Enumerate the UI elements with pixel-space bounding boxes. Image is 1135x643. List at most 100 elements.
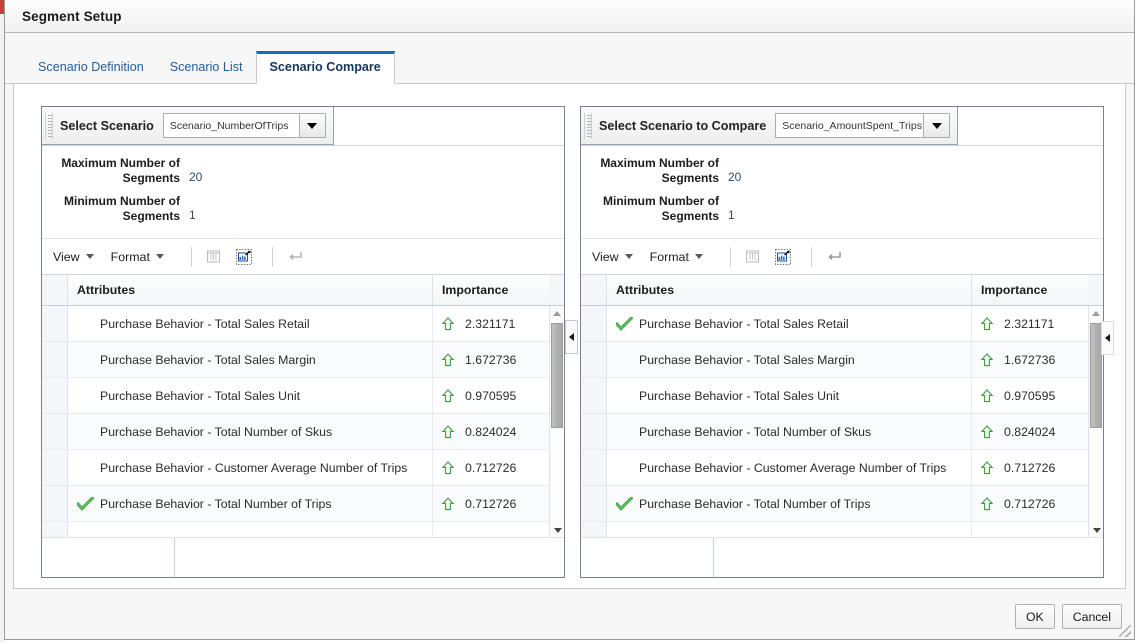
dialog-title: Segment Setup bbox=[22, 8, 122, 24]
right-format-menu[interactable]: Format bbox=[650, 250, 703, 264]
left-min-segments-label: Minimum Number of Segments bbox=[64, 194, 180, 223]
table-row[interactable]: Purchase Behavior - Total Sales Retail 2.… bbox=[581, 306, 1103, 342]
right-col-importance[interactable]: Importance bbox=[972, 275, 1088, 305]
scroll-down-button[interactable] bbox=[1089, 523, 1103, 537]
importance-cell: 2.321171 bbox=[972, 306, 1088, 341]
row-header-cell[interactable] bbox=[581, 378, 607, 413]
row-header-cell[interactable] bbox=[581, 486, 607, 521]
tab-scenario-definition[interactable]: Scenario Definition bbox=[25, 52, 157, 83]
drag-grip-icon[interactable] bbox=[45, 112, 53, 139]
table-row[interactable]: Purchase Behavior - Total Sales Retail 2.… bbox=[42, 306, 564, 342]
collapse-right-panel-button[interactable] bbox=[1101, 321, 1114, 355]
left-table-body: Purchase Behavior - Total Sales Retail 2.… bbox=[42, 306, 564, 537]
scroll-track[interactable] bbox=[1090, 430, 1102, 522]
left-view-menu[interactable]: View bbox=[53, 250, 94, 264]
attribute-cell bbox=[607, 522, 972, 537]
attribute-label: Purchase Behavior - Customer Average Num… bbox=[639, 460, 947, 475]
right-scenario-panel: Select Scenario to Compare Scenario_Amou… bbox=[580, 106, 1114, 578]
scroll-up-button[interactable] bbox=[1089, 306, 1103, 320]
columns-icon[interactable] bbox=[202, 246, 226, 268]
scroll-down-button[interactable] bbox=[550, 523, 564, 537]
segment-setup-dialog: Segment Setup Scenario Definition Scenar… bbox=[4, 0, 1135, 640]
tab-scenario-list[interactable]: Scenario List bbox=[157, 52, 256, 83]
cancel-button[interactable]: Cancel bbox=[1061, 604, 1122, 629]
attribute-cell: Purchase Behavior - Customer Average Num… bbox=[68, 450, 433, 485]
left-scenario-panel: Select Scenario Scenario_NumberOfTrips M… bbox=[41, 106, 565, 578]
left-scenario-combobox[interactable]: Scenario_NumberOfTrips bbox=[162, 113, 326, 138]
right-view-menu-label: View bbox=[592, 249, 619, 264]
chart-detach-icon[interactable] bbox=[771, 246, 795, 268]
drag-grip-icon[interactable] bbox=[584, 112, 592, 139]
row-header-cell[interactable] bbox=[581, 414, 607, 449]
left-max-segments-row: Maximum Number of Segments 20 bbox=[42, 156, 564, 186]
attribute-cell: Purchase Behavior - Total Sales Unit bbox=[607, 378, 972, 413]
tab-scenario-compare[interactable]: Scenario Compare bbox=[255, 51, 395, 84]
row-header-cell[interactable] bbox=[42, 486, 68, 521]
right-scenario-value[interactable]: Scenario_AmountSpent_Trips bbox=[775, 113, 924, 138]
row-header-cell[interactable] bbox=[42, 306, 68, 341]
left-scenario-value[interactable]: Scenario_NumberOfTrips bbox=[162, 113, 299, 138]
row-header-cell[interactable] bbox=[581, 342, 607, 377]
left-scenario-dropdown-button[interactable] bbox=[298, 113, 326, 138]
table-row[interactable]: Purchase Behavior - Total Number of Skus… bbox=[581, 414, 1103, 450]
right-select-box: Select Scenario to Compare Scenario_Amou… bbox=[581, 107, 959, 145]
attribute-label: Purchase Behavior - Total Number of Trip… bbox=[639, 496, 871, 511]
compare-panels: Select Scenario Scenario_NumberOfTrips M… bbox=[41, 106, 1114, 578]
wrap-return-icon[interactable] bbox=[283, 246, 307, 268]
table-row[interactable]: Purchase Behavior - Total Sales Margin 1.… bbox=[581, 342, 1103, 378]
left-table-vscrollbar[interactable] bbox=[549, 306, 564, 537]
scroll-thumb[interactable] bbox=[551, 323, 563, 428]
right-min-segments-label: Minimum Number of Segments bbox=[603, 194, 719, 223]
table-row[interactable]: Purchase Behavior - Total Sales Unit 0.97… bbox=[42, 378, 564, 414]
right-table-header: Attributes Importance bbox=[581, 275, 1103, 306]
row-header-cell[interactable] bbox=[42, 342, 68, 377]
left-select-label: Select Scenario bbox=[60, 118, 154, 133]
right-scenario-combobox[interactable]: Scenario_AmountSpent_Trips bbox=[775, 113, 951, 138]
importance-value: 0.970595 bbox=[465, 388, 517, 403]
table-row[interactable]: Purchase Behavior - Customer Average Num… bbox=[581, 450, 1103, 486]
trend-up-icon bbox=[439, 388, 456, 403]
row-header-cell[interactable] bbox=[581, 306, 607, 341]
right-table-toolbar: View Format bbox=[581, 239, 1103, 275]
columns-icon[interactable] bbox=[741, 246, 765, 268]
row-header-cell[interactable] bbox=[42, 414, 68, 449]
table-row[interactable]: Purchase Behavior - Total Sales Unit 0.97… bbox=[581, 378, 1103, 414]
table-row[interactable]: Purchase Behavior - Total Number of Skus… bbox=[42, 414, 564, 450]
attribute-cell: Purchase Behavior - Total Number of Trip… bbox=[68, 486, 433, 521]
chart-detach-icon[interactable] bbox=[232, 246, 256, 268]
importance-cell: 0.970595 bbox=[972, 378, 1088, 413]
right-scenario-dropdown-button[interactable] bbox=[923, 113, 951, 138]
toolbar-separator bbox=[190, 246, 192, 267]
wrap-return-icon[interactable] bbox=[822, 246, 846, 268]
ok-button[interactable]: OK bbox=[1014, 604, 1055, 629]
trend-up-icon bbox=[978, 424, 995, 439]
left-format-menu[interactable]: Format bbox=[111, 250, 164, 264]
right-view-menu[interactable]: View bbox=[592, 250, 633, 264]
left-col-attributes[interactable]: Attributes bbox=[68, 275, 433, 305]
table-row[interactable]: Purchase Behavior - Total Number of Trip… bbox=[581, 486, 1103, 522]
row-header-cell[interactable] bbox=[42, 378, 68, 413]
left-attributes-table: Attributes Importance Purchase Behavior … bbox=[42, 275, 564, 537]
importance-cell bbox=[972, 522, 1088, 537]
attribute-cell: Purchase Behavior - Total Sales Margin bbox=[68, 342, 433, 377]
row-header-cell[interactable] bbox=[581, 450, 607, 485]
chevron-down-icon bbox=[155, 254, 164, 259]
collapse-left-panel-button[interactable] bbox=[565, 320, 578, 354]
chevron-down-icon bbox=[307, 122, 318, 129]
scroll-track[interactable] bbox=[551, 430, 563, 522]
trend-up-icon bbox=[978, 496, 995, 511]
right-col-attributes[interactable]: Attributes bbox=[607, 275, 972, 305]
trend-up-icon bbox=[439, 496, 456, 511]
left-col-importance[interactable]: Importance bbox=[433, 275, 549, 305]
scroll-up-button[interactable] bbox=[550, 306, 564, 320]
left-rowheader-corner bbox=[42, 275, 68, 305]
left-min-segments-row: Minimum Number of Segments 1 bbox=[42, 194, 564, 224]
table-row[interactable]: Purchase Behavior - Total Number of Trip… bbox=[42, 486, 564, 522]
table-row[interactable]: Purchase Behavior - Total Sales Margin 1.… bbox=[42, 342, 564, 378]
trend-up-icon bbox=[978, 388, 995, 403]
table-row[interactable]: Purchase Behavior - Customer Average Num… bbox=[42, 450, 564, 486]
chevron-down-icon bbox=[624, 254, 633, 259]
dialog-resize-grip[interactable] bbox=[1119, 625, 1131, 637]
panel-splitter[interactable] bbox=[565, 106, 580, 578]
row-header-cell[interactable] bbox=[42, 450, 68, 485]
